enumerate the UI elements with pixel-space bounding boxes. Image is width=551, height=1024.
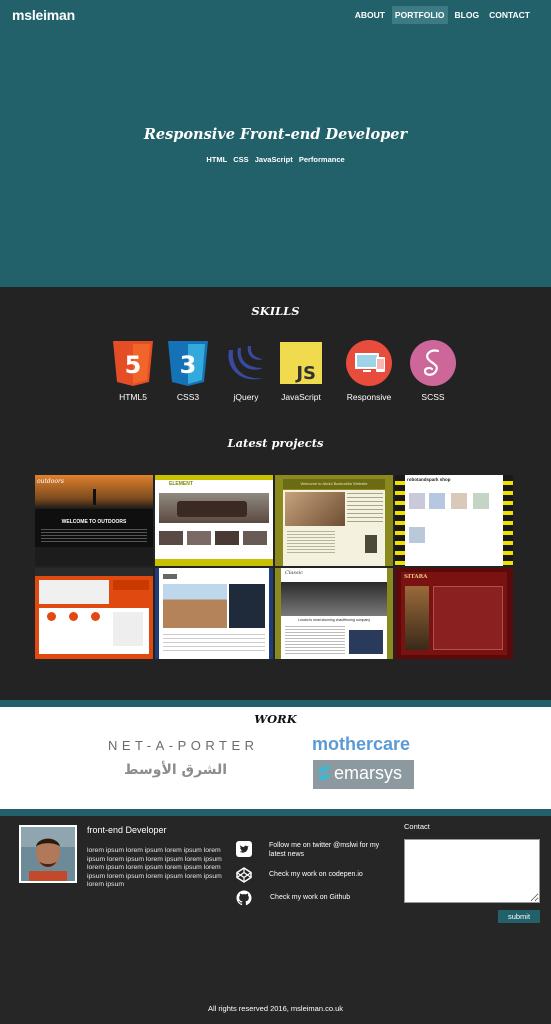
skill-label: SCSS [421,392,445,402]
svg-text:3: 3 [180,351,197,379]
codepen-icon [236,867,252,883]
projects-title: Latest projects [227,436,324,450]
avatar-photo [21,827,75,881]
hero-title: Responsive Front-end Developer [143,126,408,143]
project-thumbnail-furniture[interactable]: ELEMENT [155,475,273,566]
skills-section: SKILLS 5 HTML5 3 CSS3 jQuery JS JavaScri… [0,287,551,700]
emarsys-icon [319,765,329,781]
footer-top-band [0,809,551,816]
net-a-porter-logo: NET-A-PORTER [108,738,259,753]
github-link[interactable]: Check my work on Github [236,890,386,906]
hero-skill: HTML [206,155,228,164]
contact-message-textarea[interactable] [404,839,540,903]
projects-grid: outdoors WELCOME TO OUTDOORS ELEMENT Wel… [35,475,513,659]
project-heading: SITARA [404,574,428,580]
work-top-band [0,700,551,707]
codepen-link[interactable]: Check my work on codepen.io [236,867,386,883]
twitter-text: Follow me on twitter @mslwi for my lates… [269,842,380,858]
responsive-icon [346,340,392,386]
emarsys-logo-box: emarsys [313,760,414,789]
project-heading: outdoors [37,478,64,485]
project-subtitle: London's most stunning chauffeuring comp… [297,618,371,622]
hero-skill: CSS [233,155,249,164]
hero-section: msleiman ABOUT PORTFOLIO BLOG CONTACT Re… [0,0,551,287]
project-thumbnail-robotandspark[interactable]: robotandspark shop [395,475,513,566]
project-thumbnail-apartments[interactable] [155,568,273,659]
html5-icon: 5 [113,341,153,386]
sass-icon [410,340,456,386]
hero-skill-list: HTML CSS JavaScript Performance [0,155,551,164]
footer: front-end Developer lorem ipsum lorem ip… [0,816,551,1024]
project-thumbnail-outdoors[interactable]: outdoors WELCOME TO OUTDOORS [35,475,153,566]
css3-icon: 3 [168,341,208,386]
github-icon [236,890,252,906]
nav-about[interactable]: ABOUT [352,6,388,24]
asharq-al-awsat-logo: الشرق الأوسط [124,762,228,778]
hero-skill: Performance [298,155,345,164]
skills-title: SKILLS [251,304,300,318]
project-heading: Classic [285,570,303,576]
github-text: Check my work on Github [270,894,351,901]
skill-scss: SCSS [398,340,468,402]
submit-button[interactable]: submit [498,910,540,923]
hero-skill: JavaScript [254,155,293,164]
nav-contact[interactable]: CONTACT [486,6,533,24]
project-heading: Welcome to Abdul Badruddin Website [283,479,385,489]
footer-bio: lorem ipsum lorem ipsum lorem ipsum lore… [87,847,222,889]
contact-label: Contact [404,822,430,831]
project-thumbnail-orange-site[interactable] [35,568,153,659]
footer-role: front-end Developer [87,825,167,835]
project-thumbnail-abdul-badruddin[interactable]: Welcome to Abdul Badruddin Website [275,475,393,566]
nav-portfolio[interactable]: PORTFOLIO [391,6,448,24]
svg-text:5: 5 [125,351,142,379]
jquery-icon [228,346,263,380]
nav-blog[interactable]: BLOG [452,6,483,24]
copyright-text: All rights reserved 2016, msleiman.co.uk [207,1004,344,1013]
skill-label: JavaScript [281,392,321,402]
emarsys-wordmark: emarsys [334,763,403,783]
project-thumbnail-sitara[interactable]: SITARA [395,568,513,659]
project-subtitle: WELCOME TO OUTDOORS [61,519,127,525]
codepen-text: Check my work on codepen.io [269,871,363,878]
work-title: WORK [254,712,297,726]
site-logo[interactable]: msleiman [12,7,75,23]
project-heading: robotandspark shop [407,477,451,482]
project-heading: ELEMENT [169,481,193,487]
project-thumbnail-chauffeurs[interactable]: Classic London's most stunning chauffeur… [275,568,393,659]
svg-text:JS: JS [294,363,316,384]
javascript-icon: JS [280,342,322,384]
twitter-icon [236,841,252,857]
skill-responsive: Responsive [334,340,404,402]
main-nav: ABOUT PORTFOLIO BLOG CONTACT [352,6,533,24]
skill-label: Responsive [346,392,392,402]
skill-javascript: JS JavaScript [266,340,336,402]
avatar [19,825,77,883]
twitter-link[interactable]: Follow me on twitter @mslwi for my lates… [236,841,386,859]
mothercare-logo: mothercare [312,734,411,754]
work-section: WORK NET-A-PORTER mothercare الشرق الأوس… [0,707,551,809]
